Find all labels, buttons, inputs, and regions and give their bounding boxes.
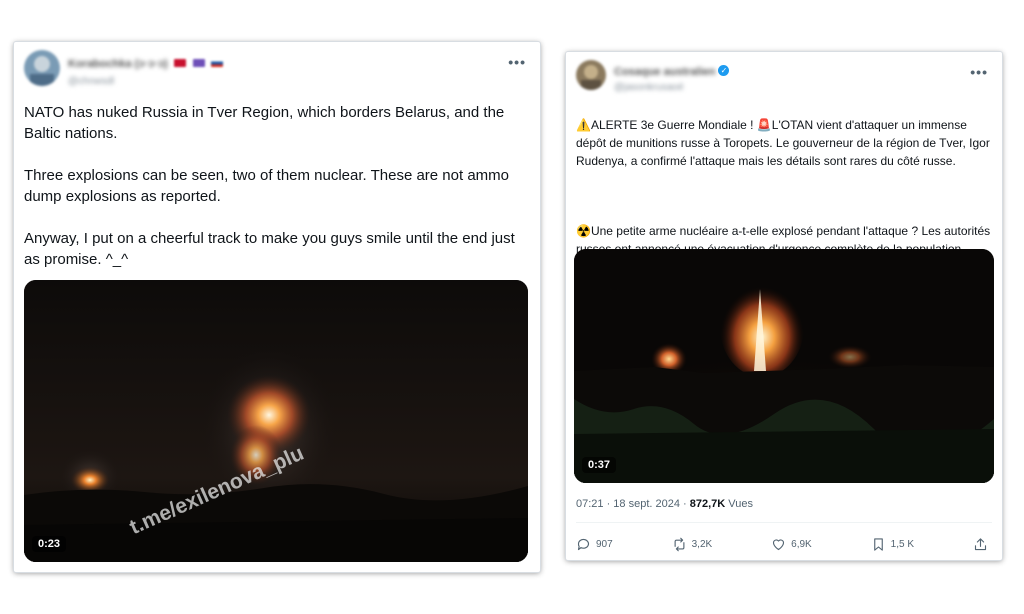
verified-badge-icon: ✓ xyxy=(718,65,730,77)
repost-icon xyxy=(674,537,685,551)
display-name[interactable]: Cosaque australien xyxy=(614,66,715,78)
reply-icon xyxy=(577,538,590,550)
bookmark-count: 1,5 K xyxy=(890,538,915,550)
radioactive-icon: ☢️ xyxy=(576,224,591,238)
share-icon xyxy=(974,537,987,550)
video-frame xyxy=(24,280,528,562)
more-options-icon[interactable]: ••• xyxy=(508,54,526,70)
tweet-paragraph-1: ⚠️ALERTE 3e Guerre Mondiale ! 🚨L'OTAN vi… xyxy=(576,116,996,170)
user-handle[interactable]: @jasonkrusaoé xyxy=(614,82,729,93)
bookmark-icon xyxy=(873,537,883,551)
share-button[interactable] xyxy=(973,537,988,552)
display-name[interactable]: Korabochka (ↄ·ↄ·ↄ) xyxy=(68,58,168,70)
tweet-card-1: Korabochka (ↄ·ↄ·ↄ) @chnwsdl ••• NATO has… xyxy=(14,42,540,572)
video-duration: 0:37 xyxy=(582,457,617,473)
reply-count: 907 xyxy=(596,538,613,550)
more-options-icon[interactable]: ••• xyxy=(970,64,988,80)
siren-icon: 🚨 xyxy=(756,118,772,132)
avatar[interactable] xyxy=(576,60,606,90)
reply-button[interactable]: 907 xyxy=(576,537,613,552)
views-label: Vues xyxy=(725,498,753,510)
flag-icon xyxy=(192,58,205,67)
like-count: 6,9K xyxy=(791,538,812,550)
tweet-actions: 907 3,2K 6,9K 1,5 K xyxy=(576,534,988,554)
video-player[interactable]: 0:37 xyxy=(574,249,994,483)
tweet-header: Cosaque australien ✓ @jasonkrusaoé ••• xyxy=(576,60,992,100)
tweet-header: Korabochka (ↄ·ↄ·ↄ) @chnwsdl ••• xyxy=(24,50,530,90)
tweet-card-2: Cosaque australien ✓ @jasonkrusaoé ••• ⚠️… xyxy=(566,52,1002,560)
tweet-text-segment: ALERTE 3e Guerre Mondiale ! xyxy=(590,118,757,132)
bookmark-button[interactable]: 1,5 K xyxy=(871,537,914,552)
tweet-metadata: 07:21 · 18 sept. 2024 · 872,7K Vues xyxy=(576,498,753,510)
warning-icon: ⚠️ xyxy=(576,118,591,132)
flag-icon xyxy=(174,58,187,67)
user-handle[interactable]: @chnwsdl xyxy=(68,76,223,87)
repost-button[interactable]: 3,2K xyxy=(672,537,713,552)
repost-count: 3,2K xyxy=(691,538,713,550)
like-icon xyxy=(773,538,785,550)
video-duration: 0:23 xyxy=(32,536,67,552)
tweet-timestamp[interactable]: 07:21 · 18 sept. 2024 · xyxy=(576,498,690,510)
views-count: 872,7K xyxy=(689,498,726,510)
avatar[interactable] xyxy=(24,50,60,86)
like-button[interactable]: 6,9K xyxy=(771,537,812,552)
divider xyxy=(576,522,992,523)
video-frame xyxy=(574,249,994,483)
video-player[interactable]: t.me/exilenova_plu 0:23 xyxy=(24,280,528,562)
flag-icon xyxy=(211,58,223,67)
tweet-text: NATO has nuked Russia in Tver Region, wh… xyxy=(24,104,515,268)
